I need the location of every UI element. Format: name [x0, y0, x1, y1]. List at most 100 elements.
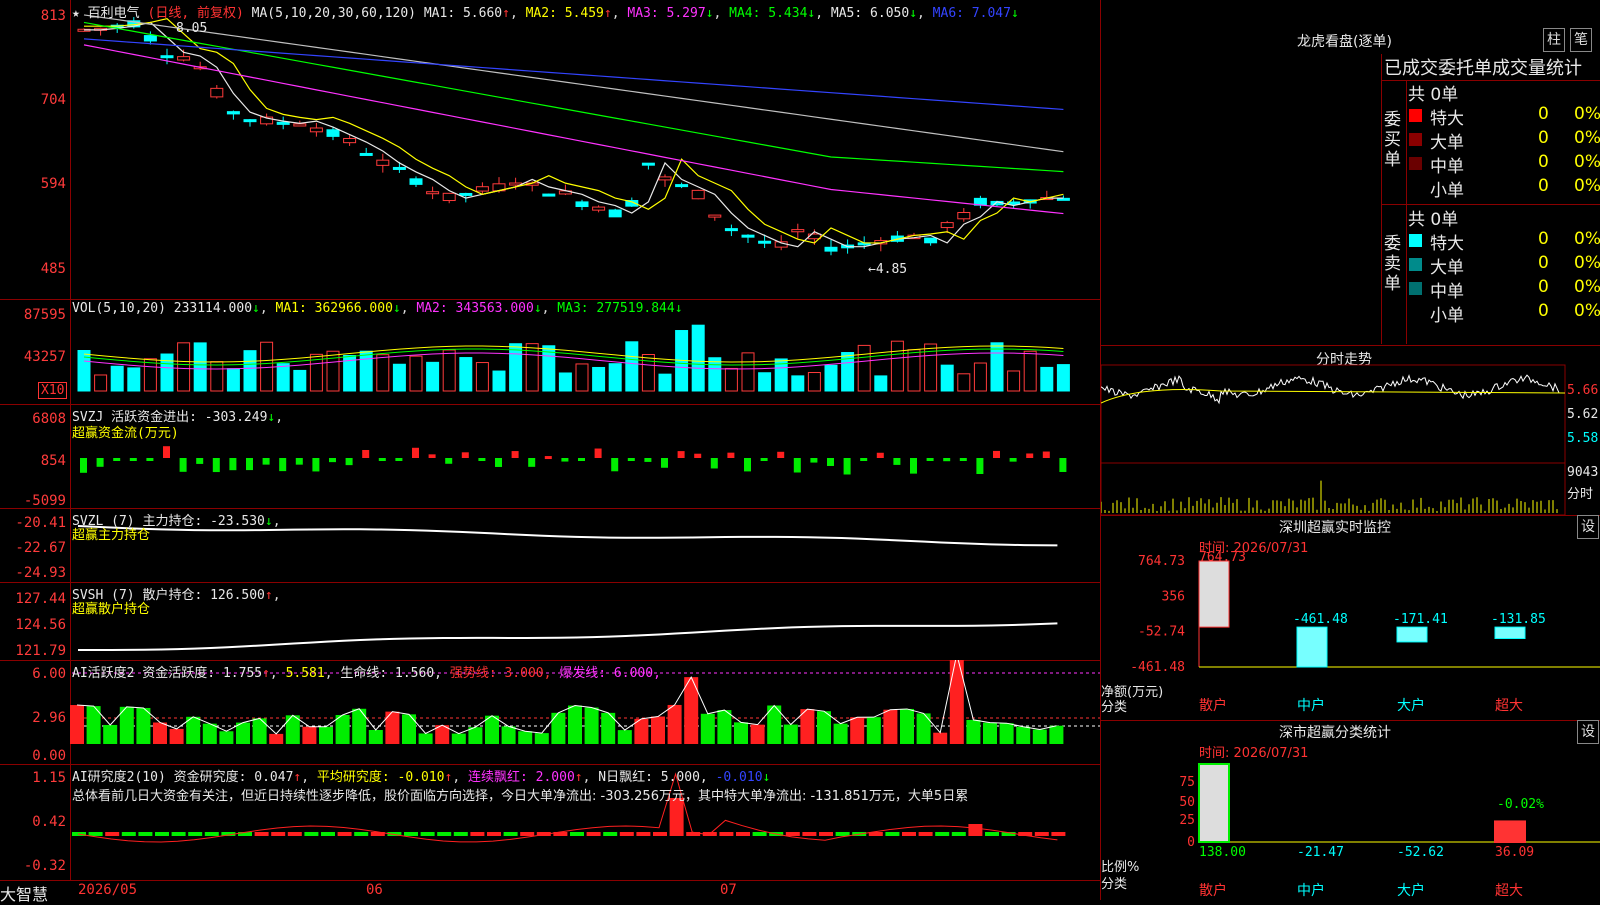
- flow-bar: [926, 458, 934, 461]
- research-bar: [918, 832, 933, 836]
- candle: [426, 191, 440, 195]
- bar-mode-button[interactable]: 柱: [1543, 28, 1565, 52]
- net-amount-bar-chart[interactable]: 764.73 356 -52.74 -461.48 764.73 散户 -461.48 中户 -…: [1101, 515, 1600, 720]
- activity-bar: [584, 707, 599, 744]
- category-label: 中户: [1297, 697, 1325, 714]
- chart-mode[interactable]: (日线, 前复权): [148, 6, 244, 21]
- research-bar: [985, 832, 999, 836]
- research-bar: [520, 832, 535, 836]
- order-row[interactable]: 小单 0 0%: [1408, 301, 1600, 326]
- research-bar: [271, 832, 286, 836]
- research-bar: [420, 832, 435, 836]
- order-percent: 0%: [1574, 152, 1600, 172]
- intraday-panel[interactable]: 分时走势 5.66 5.62 5.58 9043 分时: [1101, 345, 1600, 516]
- volume-bar: [940, 364, 954, 392]
- order-row[interactable]: 中单 0 0%: [1408, 152, 1600, 177]
- flow-bar: [744, 458, 751, 472]
- activity-bar: [451, 733, 466, 744]
- unit-badge[interactable]: X10: [38, 382, 68, 399]
- order-row[interactable]: 中单 0 0%: [1408, 277, 1600, 302]
- svzj-panel[interactable]: SVZJ 活跃资金进出: -303.249↓, 超赢资金流(万元) 6808 8…: [0, 404, 1100, 509]
- activity-bar: [983, 722, 997, 744]
- volume-bar: [160, 353, 174, 392]
- classify-stats-panel[interactable]: 深市超赢分类统计 设 时间: 2026/07/31 75 50 25 0 138.00 散…: [1101, 720, 1600, 900]
- volume-bar: [276, 363, 290, 392]
- flow-bar: [760, 458, 768, 461]
- svzl-panel[interactable]: SVZL (7) 主力持仓: -23.530↓, 超赢主力持仓 -20.41 -…: [0, 508, 1100, 583]
- order-row[interactable]: 大单 0 0%: [1408, 128, 1600, 153]
- flow-bar: [378, 458, 386, 461]
- candle: [293, 123, 307, 127]
- flow-bar: [561, 458, 569, 462]
- y-tick: 50: [1179, 795, 1195, 810]
- activity-bar: [966, 719, 981, 744]
- ma-line: [83, 44, 1064, 215]
- flow-bar: [196, 458, 204, 464]
- research-bar: [121, 832, 136, 836]
- activity-bar: [1049, 725, 1064, 744]
- activity-bar: [285, 715, 300, 744]
- candle: [143, 35, 157, 42]
- activity-bar: [551, 712, 566, 744]
- y-tick: 813: [40, 8, 66, 24]
- activity-bar: [352, 708, 367, 744]
- tick-mode-button[interactable]: 笔: [1570, 28, 1592, 52]
- price-panel[interactable]: ★ 百利电气 (日线, 前复权) MA(5,10,20,30,60,120) M…: [0, 0, 1100, 300]
- activity-bar: [651, 716, 665, 744]
- flow-bar: [113, 458, 121, 461]
- candle: [691, 189, 705, 200]
- order-count: 0: [1538, 152, 1549, 172]
- flow-bar: [1042, 451, 1050, 458]
- realtime-monitor-panel[interactable]: 深圳超赢实时监控 设 时间: 2026/07/31 764.73 356 -52.7…: [1101, 515, 1600, 721]
- price-line: [1101, 374, 1560, 405]
- intraday-chart[interactable]: [1101, 345, 1600, 515]
- candle: [376, 159, 390, 166]
- volume-bar: [741, 352, 755, 392]
- legend-swatch: [1409, 282, 1422, 295]
- volume-bar: [459, 357, 473, 392]
- candle: [210, 87, 224, 98]
- ai-activity-panel[interactable]: AI活跃度2 资金活跃度: 1.755↑, 5.581, 生命线: 1.560,…: [0, 660, 1100, 765]
- flow-bar: [627, 458, 635, 461]
- activity-bar: [518, 731, 533, 744]
- research-bar: [188, 832, 203, 836]
- candle: [243, 119, 257, 123]
- flow-bar: [710, 458, 718, 469]
- flow-bar: [146, 458, 154, 461]
- dragon-tiger-panel[interactable]: 龙虎看盘(逐单) 柱 笔 已成交委托单成交量统计 委买单 委卖单 共 0单 特大…: [1101, 0, 1600, 346]
- order-percent: 0%: [1574, 229, 1600, 249]
- ai-research-panel[interactable]: AI研究度2(10) 资金研究度: 0.047↑, 平均研究度: -0.010↑…: [0, 764, 1100, 881]
- candle: [177, 56, 191, 61]
- activity-bar: [319, 726, 333, 744]
- flow-bar: [212, 458, 220, 473]
- research-bar: [404, 832, 418, 836]
- order-percent: 0%: [1574, 253, 1600, 273]
- volume-bar: [1040, 366, 1054, 392]
- y-tick: 75: [1179, 775, 1195, 790]
- legend-swatch: [1409, 306, 1422, 319]
- research-bar: [354, 832, 369, 836]
- activity-bar: [302, 726, 317, 744]
- bar-value: 36.09: [1495, 845, 1534, 860]
- volume-panel[interactable]: VOL(5,10,20) 233114.000↓, MA1: 362966.00…: [0, 299, 1100, 405]
- activity-bar: [1032, 729, 1047, 744]
- order-row[interactable]: 特大 0 0%: [1408, 229, 1600, 254]
- volume-bar: [442, 349, 456, 392]
- stock-name[interactable]: 百利电气: [88, 6, 140, 21]
- order-type: 特大: [1430, 234, 1464, 254]
- order-row[interactable]: 小单 0 0%: [1408, 176, 1600, 201]
- ratio-bar-chart[interactable]: 75 50 25 0 138.00 散户 -21.47 中户 -52.62 大户 36.09 超大 -0…: [1101, 720, 1600, 900]
- order-row[interactable]: 特大 0 0%: [1408, 104, 1600, 129]
- volume-bar: [226, 368, 240, 392]
- flow-bar: [993, 450, 1000, 458]
- flow-bar: [412, 447, 419, 458]
- volume-bar: [592, 366, 606, 392]
- y-tick: 0: [1187, 835, 1195, 850]
- activity-bar: [1016, 726, 1031, 744]
- svsh-panel[interactable]: SVSH (7) 散户持仓: 126.500↑, 超赢散户持仓 127.44 1…: [0, 582, 1100, 661]
- candle: [940, 222, 954, 229]
- order-row[interactable]: 大单 0 0%: [1408, 253, 1600, 278]
- order-percent: 0%: [1574, 104, 1600, 124]
- candlestick-chart[interactable]: [0, 0, 1100, 299]
- research-bar: [321, 832, 335, 836]
